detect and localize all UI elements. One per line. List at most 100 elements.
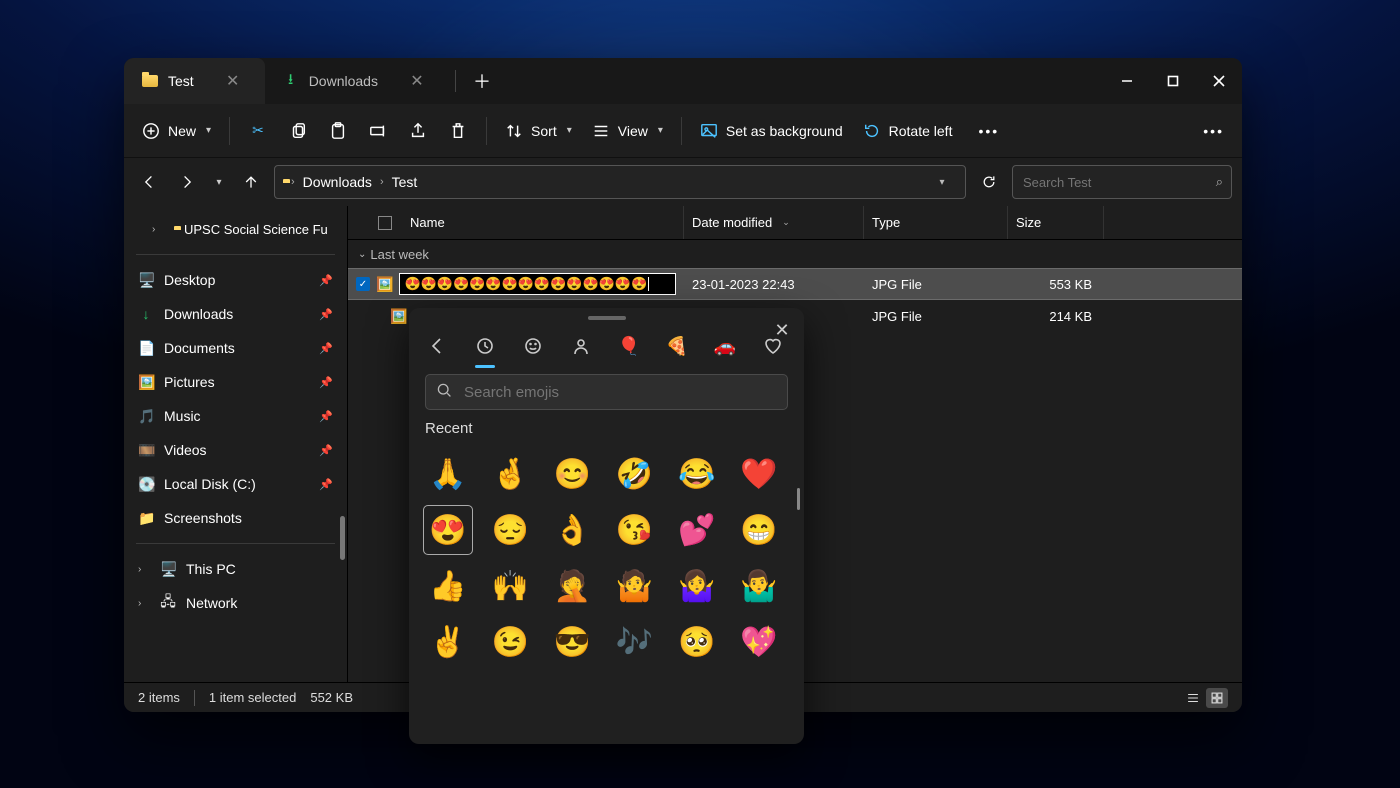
sidebar-item-videos[interactable]: 🎞️Videos📌: [124, 433, 347, 467]
details-view-button[interactable]: [1182, 688, 1204, 708]
column-size[interactable]: Size: [1008, 206, 1104, 239]
rotate-left-button[interactable]: Rotate left: [855, 113, 961, 149]
column-name[interactable]: Name: [348, 206, 684, 239]
emoji-cell[interactable]: 😍: [423, 505, 473, 555]
emoji-cell[interactable]: 🤷‍♂️: [734, 561, 784, 611]
address-dropdown-button[interactable]: ▾: [927, 167, 957, 197]
emoji-cell[interactable]: 🎶: [610, 617, 660, 667]
emoji-cell[interactable]: 🤷‍♀️: [672, 561, 722, 611]
select-all-checkbox[interactable]: [378, 216, 392, 230]
recent-button[interactable]: ▾: [210, 167, 228, 197]
category-celebration[interactable]: 🎈: [615, 332, 643, 360]
category-people[interactable]: [567, 332, 595, 360]
emoji-cell[interactable]: 👍: [423, 561, 473, 611]
toolbar: New ▾ ✂ Sort ▾ View ▾ Set as background …: [124, 104, 1242, 158]
sidebar-item-music[interactable]: 🎵Music📌: [124, 399, 347, 433]
sidebar-item-this-pc[interactable]: ›🖥️This PC: [124, 552, 347, 586]
tab-test[interactable]: Test ✕: [124, 58, 265, 104]
more-button[interactable]: •••: [970, 113, 1007, 149]
group-label: Last week: [370, 247, 429, 262]
sidebar-item-downloads[interactable]: ↓Downloads📌: [124, 297, 347, 331]
emoji-cell[interactable]: 👌: [547, 505, 597, 555]
location-icon: 📄: [138, 340, 154, 357]
rename-input[interactable]: 😍😍😍😍😍😍😍😍😍😍😍😍😍😍😍: [399, 273, 676, 295]
tab-downloads[interactable]: ⭳ Downloads ✕: [265, 58, 449, 104]
picture-icon: [700, 122, 718, 140]
close-window-button[interactable]: [1196, 58, 1242, 104]
category-recent[interactable]: [471, 332, 499, 360]
sidebar-item-desktop[interactable]: 🖥️Desktop📌: [124, 263, 347, 297]
emoji-cell[interactable]: 😁: [734, 505, 784, 555]
file-row[interactable]: ✓🖼️😍😍😍😍😍😍😍😍😍😍😍😍😍😍😍23-01-2023 22:43JPG Fi…: [348, 268, 1242, 300]
chevron-down-icon: ▾: [567, 125, 572, 136]
emoji-cell[interactable]: 🙏: [423, 449, 473, 499]
emoji-cell[interactable]: 😊: [547, 449, 597, 499]
row-checkbox[interactable]: ✓: [356, 277, 370, 291]
emoji-cell[interactable]: 🤞: [485, 449, 535, 499]
maximize-button[interactable]: [1150, 58, 1196, 104]
emoji-cell[interactable]: 😎: [547, 617, 597, 667]
emoji-search-input[interactable]: [462, 383, 777, 402]
search-input[interactable]: [1021, 174, 1216, 191]
set-background-button[interactable]: Set as background: [692, 113, 851, 149]
new-button[interactable]: New ▾: [134, 113, 219, 149]
sidebar-tree-item[interactable]: › UPSC Social Science Fu: [124, 212, 347, 246]
emoji-cell[interactable]: 💖: [734, 617, 784, 667]
forward-button[interactable]: [172, 167, 202, 197]
emoji-cell[interactable]: 🥺: [672, 617, 722, 667]
emoji-cell[interactable]: 😂: [672, 449, 722, 499]
back-button[interactable]: [134, 167, 164, 197]
search-box[interactable]: ⌕: [1012, 165, 1232, 199]
sort-button[interactable]: Sort ▾: [497, 113, 580, 149]
refresh-button[interactable]: [974, 167, 1004, 197]
copy-button[interactable]: [280, 113, 316, 149]
delete-button[interactable]: [440, 113, 476, 149]
minimize-button[interactable]: [1104, 58, 1150, 104]
column-date[interactable]: Date modified⌄: [684, 206, 864, 239]
breadcrumb-item[interactable]: Downloads: [303, 174, 372, 190]
thumbnails-view-button[interactable]: [1206, 688, 1228, 708]
back-button[interactable]: [423, 332, 451, 360]
view-button[interactable]: View ▾: [584, 113, 671, 149]
emoji-cell[interactable]: 😘: [610, 505, 660, 555]
sidebar-item-network[interactable]: ›🖧Network: [124, 586, 347, 620]
emoji-cell[interactable]: 😔: [485, 505, 535, 555]
sidebar-item-pictures[interactable]: 🖼️Pictures📌: [124, 365, 347, 399]
category-symbols[interactable]: [759, 332, 787, 360]
address-bar[interactable]: › Downloads › Test ▾: [274, 165, 966, 199]
emoji-cell[interactable]: 💕: [672, 505, 722, 555]
search-icon: [436, 382, 452, 403]
tab-close-button[interactable]: ✕: [219, 67, 247, 95]
emoji-cell[interactable]: 🤦: [547, 561, 597, 611]
emoji-cell[interactable]: 🤷: [610, 561, 660, 611]
category-transport[interactable]: 🚗: [711, 332, 739, 360]
overflow-button[interactable]: •••: [1195, 113, 1232, 149]
share-button[interactable]: [400, 113, 436, 149]
emoji-cell[interactable]: 😉: [485, 617, 535, 667]
emoji-search-box[interactable]: [425, 374, 788, 410]
sidebar-item-local-disk-c-[interactable]: 💽Local Disk (C:)📌: [124, 467, 347, 501]
up-button[interactable]: [236, 167, 266, 197]
sidebar-item-documents[interactable]: 📄Documents📌: [124, 331, 347, 365]
tab-close-button[interactable]: ✕: [403, 67, 431, 95]
scrollbar-thumb[interactable]: [797, 488, 800, 510]
group-header[interactable]: ⌄Last week: [348, 240, 1242, 268]
emoji-cell[interactable]: ❤️: [734, 449, 784, 499]
scrollbar-thumb[interactable]: [340, 516, 345, 560]
emoji-cell[interactable]: 🤣: [610, 449, 660, 499]
sidebar-label: Music: [164, 408, 201, 424]
drag-handle[interactable]: [588, 316, 626, 320]
category-smileys[interactable]: [519, 332, 547, 360]
category-food[interactable]: 🍕: [663, 332, 691, 360]
breadcrumb-item[interactable]: Test: [392, 174, 418, 190]
sidebar-item-screenshots[interactable]: 📁Screenshots: [124, 501, 347, 535]
sort-indicator-icon: ⌄: [782, 217, 790, 228]
emoji-cell[interactable]: ✌️: [423, 617, 473, 667]
cut-button[interactable]: ✂: [240, 113, 276, 149]
ellipsis-icon: •••: [978, 123, 999, 139]
new-tab-button[interactable]: ＋: [462, 58, 502, 104]
rename-button[interactable]: [360, 113, 396, 149]
column-type[interactable]: Type: [864, 206, 1008, 239]
emoji-cell[interactable]: 🙌: [485, 561, 535, 611]
paste-button[interactable]: [320, 113, 356, 149]
